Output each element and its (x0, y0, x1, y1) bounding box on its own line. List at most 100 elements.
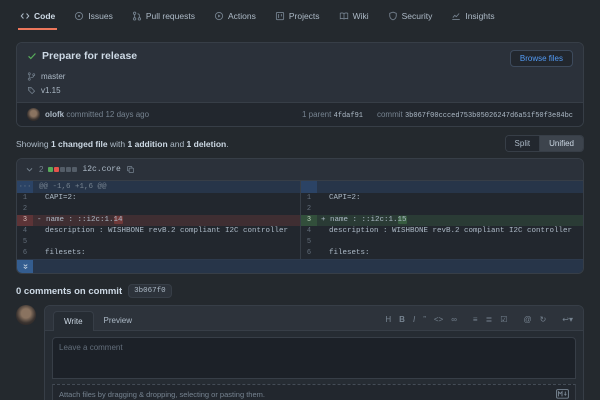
user-avatar[interactable] (16, 305, 36, 325)
diffstat-addition-square (48, 167, 53, 172)
diff-view-toggle: Split Unified (505, 135, 584, 152)
summary-and: and (168, 139, 187, 149)
line-content (33, 204, 45, 215)
nav-tab-issues[interactable]: Issues (72, 9, 115, 30)
line-content (33, 237, 45, 248)
quote-icon[interactable]: ” (423, 316, 426, 324)
task-list-icon[interactable]: ☑ (500, 316, 507, 324)
hunk-header-row[interactable]: ···@@ -1,6 +1,6 @@ (17, 181, 300, 193)
diff-split-view: ···@@ -1,6 +1,6 @@ 1CAPI=2: 2 3- name : … (17, 181, 583, 259)
committer-name[interactable]: olofk (45, 110, 64, 119)
summary-with: with (108, 139, 128, 149)
line-content: description : WISHBONE revB.2 compliant … (317, 226, 572, 237)
branch-name: master (41, 72, 65, 81)
diffstat-neutral-square (72, 167, 77, 172)
diff-line[interactable]: 1CAPI=2: (301, 193, 583, 204)
diff-line[interactable]: 6filesets: (17, 248, 300, 259)
expand-diff-button[interactable] (17, 260, 33, 273)
parent-label: 1 parent (302, 110, 334, 119)
tag-icon (27, 86, 36, 95)
file-changes-count: 2 (39, 165, 43, 174)
changed-file-count: 1 changed file (51, 139, 108, 149)
diff-filename[interactable]: i2c.core (82, 165, 120, 174)
nav-tab-wiki[interactable]: Wiki (337, 9, 371, 30)
markdown-icon (556, 389, 569, 399)
tab-write[interactable]: Write (53, 311, 94, 331)
line-number: 4 (301, 226, 317, 237)
comments-count-text: 0 comments on commit (16, 286, 122, 297)
diff-line[interactable]: 6filesets: (301, 248, 583, 259)
nav-tab-label: Insights (465, 11, 494, 21)
diff-line[interactable]: 4description : WISHBONE revB.2 compliant… (17, 226, 300, 237)
line-content: filesets: (317, 248, 370, 259)
line-content: CAPI=2: (33, 193, 77, 204)
diffstat-deletion-square (54, 167, 59, 172)
comment-editor-box: Write Preview H B I ” <> ∞ ≡ ≣ ☑ @ ↻ ↩▾ … (44, 305, 584, 400)
line-number: 2 (301, 204, 317, 215)
browse-files-button[interactable]: Browse files (510, 50, 573, 67)
tag-name: v1.15 (41, 86, 61, 95)
line-content (317, 204, 329, 215)
deletion-count: 1 deletion (187, 139, 227, 149)
nav-tab-code[interactable]: Code (18, 9, 57, 30)
nav-tab-label: Projects (289, 11, 320, 21)
tag-ref[interactable]: v1.15 (27, 86, 573, 95)
unified-view-button[interactable]: Unified (539, 136, 583, 151)
comment-composer: Write Preview H B I ” <> ∞ ≡ ≣ ☑ @ ↻ ↩▾ … (16, 305, 584, 400)
commit-sha: 3b067f00ccced753b05026247d6a51f50f3e84bc (405, 112, 573, 120)
commit-title: Prepare for release (42, 50, 137, 62)
heading-icon[interactable]: H (385, 316, 391, 324)
project-icon (275, 11, 285, 21)
commit-sha-badge[interactable]: 3b067f0 (128, 284, 172, 298)
commit-box: Prepare for release Browse files master … (16, 42, 584, 127)
diffstat-neutral-square (66, 167, 71, 172)
mention-icon[interactable]: @ (523, 316, 531, 324)
nav-tab-projects[interactable]: Projects (273, 9, 322, 30)
line-number: 3 (17, 215, 33, 226)
hunk-header: @@ -1,6 +1,6 @@ (33, 181, 107, 193)
git-branch-icon (27, 72, 36, 81)
nav-tab-insights[interactable]: Insights (449, 9, 496, 30)
diff-line-deletion[interactable]: 3- name : ::i2c:1.14 (17, 215, 300, 226)
summary-period: . (226, 139, 228, 149)
diff-line[interactable]: 4description : WISHBONE revB.2 compliant… (301, 226, 583, 237)
ordered-list-icon[interactable]: ≣ (486, 316, 493, 324)
chevron-down-icon[interactable] (25, 165, 34, 174)
line-content: description : WISHBONE revB.2 compliant … (33, 226, 288, 237)
unordered-list-icon[interactable]: ≡ (473, 316, 478, 324)
deleted-word: 14 (114, 216, 123, 224)
deletion-sign: - (37, 216, 46, 224)
diff-line[interactable]: 2 (17, 204, 300, 215)
committer-avatar[interactable] (27, 108, 40, 121)
italic-icon[interactable]: I (413, 316, 415, 324)
line-number: 6 (301, 248, 317, 259)
nav-tab-pull-requests[interactable]: Pull requests (130, 9, 197, 30)
commit-meta-bar: olofk committed 12 days ago 1 parent 4fd… (17, 102, 583, 126)
split-view-button[interactable]: Split (506, 136, 540, 151)
copy-icon[interactable] (126, 165, 135, 174)
saved-replies-icon[interactable]: ↩▾ (562, 316, 573, 324)
editor-header: Write Preview H B I ” <> ∞ ≡ ≣ ☑ @ ↻ ↩▾ (45, 306, 583, 331)
comment-input[interactable] (52, 337, 576, 379)
nav-tab-security[interactable]: Security (386, 9, 435, 30)
diff-line[interactable]: 5 (17, 237, 300, 248)
link-icon[interactable]: ∞ (451, 316, 457, 324)
line-text: name : ::i2c:1. (330, 216, 398, 224)
cross-reference-icon[interactable]: ↻ (540, 316, 547, 324)
commit-sha-line: commit 3b067f00ccced753b05026247d6a51f50… (377, 110, 573, 120)
bold-icon[interactable]: B (399, 316, 405, 324)
branch-ref[interactable]: master (27, 72, 573, 81)
attach-files-bar[interactable]: Attach files by dragging & dropping, sel… (52, 384, 576, 400)
diff-line-addition[interactable]: 3+ name : ::i2c:1.15 (301, 215, 583, 226)
parent-commit: 1 parent 4fdaf91 (302, 110, 363, 120)
hunk-header-row (301, 181, 583, 193)
line-content: - name : ::i2c:1.14 (33, 215, 123, 226)
code-icon[interactable]: <> (434, 316, 443, 324)
tab-preview[interactable]: Preview (94, 311, 142, 330)
issue-opened-icon (74, 11, 84, 21)
diff-line[interactable]: 2 (301, 204, 583, 215)
diff-line[interactable]: 5 (301, 237, 583, 248)
nav-tab-actions[interactable]: Actions (212, 9, 258, 30)
diff-line[interactable]: 1CAPI=2: (17, 193, 300, 204)
parent-sha-link[interactable]: 4fdaf91 (334, 112, 363, 120)
